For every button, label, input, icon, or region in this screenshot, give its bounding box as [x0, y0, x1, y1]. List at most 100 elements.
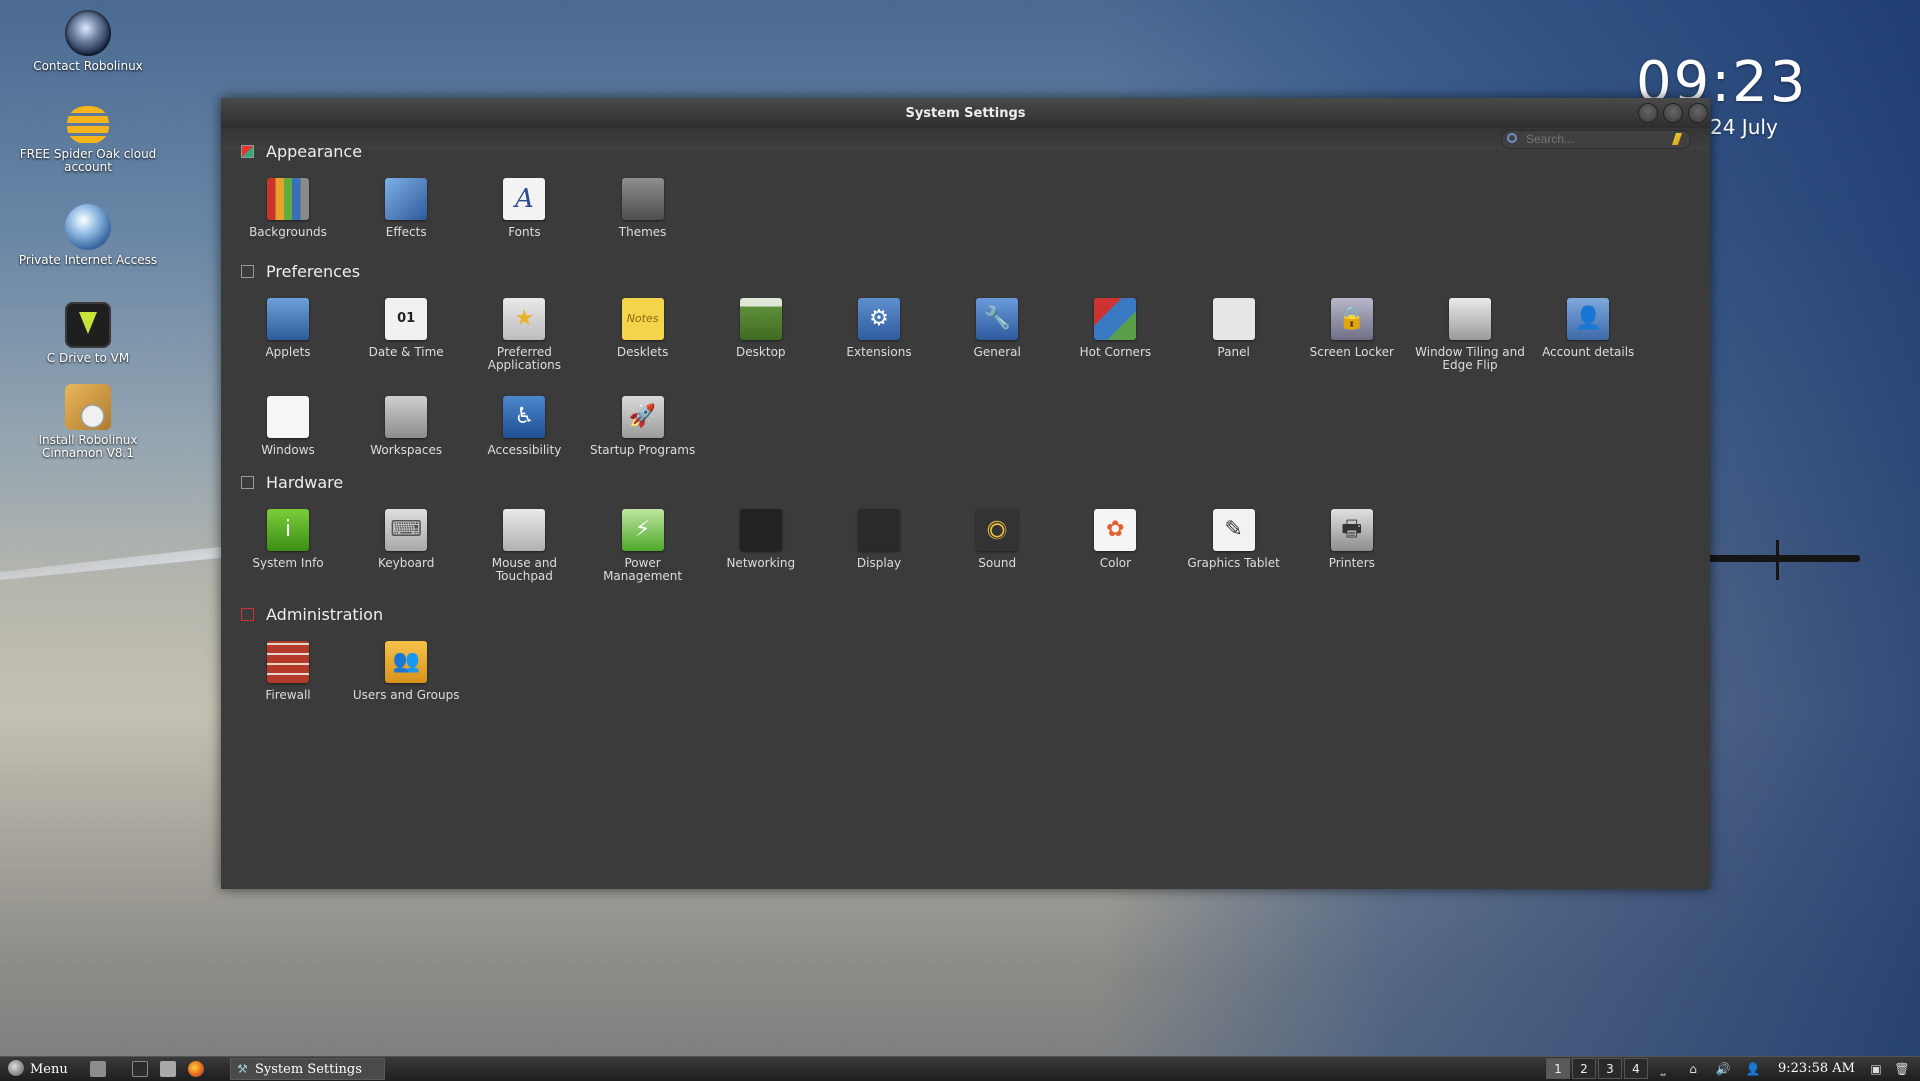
icon-glyph: 🚀	[628, 404, 657, 429]
settings-item-display[interactable]: Display	[820, 509, 938, 570]
volume-icon[interactable]: 🔊	[1715, 1061, 1731, 1077]
section-title: Hardware	[266, 473, 344, 492]
desktop-icon-contact-robolinux[interactable]: Contact Robolinux	[18, 10, 158, 73]
graphics-tablet-icon: ✎	[1212, 509, 1255, 551]
settings-item-power-management[interactable]: ⚡ Power Management	[584, 509, 702, 583]
display-icon	[858, 509, 900, 551]
settings-item-label: Date & Time	[368, 345, 444, 359]
settings-item-accessibility[interactable]: ♿ Accessibility	[465, 396, 583, 457]
settings-item-applets[interactable]: Applets	[229, 298, 347, 359]
pia-icon	[65, 204, 111, 250]
settings-item-label: Firewall	[265, 688, 311, 702]
settings-item-label: General	[973, 345, 1021, 359]
settings-item-label: Account details	[1542, 345, 1635, 359]
startup-programs-icon: 🚀	[621, 396, 664, 438]
maximize-button[interactable]	[1663, 103, 1683, 123]
workspace-2[interactable]: 2	[1572, 1058, 1596, 1079]
taskbar-clock[interactable]: 9:23:58 AM	[1778, 1060, 1855, 1078]
desktop-icon-spideroak[interactable]: FREE Spider Oak cloud account	[18, 106, 158, 174]
settings-item-account-details[interactable]: 👤 Account details	[1529, 298, 1647, 359]
settings-item-themes[interactable]: Themes	[584, 178, 702, 239]
settings-item-screen-locker[interactable]: 🔒 Screen Locker	[1293, 298, 1411, 359]
settings-item-hot-corners[interactable]: Hot Corners	[1056, 298, 1174, 359]
firewall-icon	[267, 641, 309, 683]
settings-item-extensions[interactable]: ⚙ Extensions	[820, 298, 938, 359]
toolbar	[221, 128, 1710, 150]
window-list-icon[interactable]: ⎵	[1655, 1061, 1671, 1077]
settings-item-label: Themes	[618, 225, 667, 239]
close-button[interactable]	[1688, 103, 1708, 123]
minimize-button[interactable]	[1638, 103, 1658, 123]
account-details-icon: 👤	[1567, 298, 1610, 340]
settings-item-label: Workspaces	[370, 443, 443, 457]
icon-glyph: ★	[514, 306, 535, 331]
settings-item-keyboard[interactable]: ⌨ Keyboard	[347, 509, 465, 570]
settings-item-preferred-applications[interactable]: ★ Preferred Applications	[465, 298, 583, 372]
workspace-1[interactable]: 1	[1546, 1058, 1570, 1079]
users-groups-icon: 👥	[385, 641, 428, 683]
icon-glyph: 🔒	[1338, 306, 1366, 331]
settings-item-desklets[interactable]: Notes Desklets	[584, 298, 702, 359]
settings-item-fonts[interactable]: A Fonts	[465, 178, 583, 239]
settings-item-mouse[interactable]: Mouse and Touchpad	[465, 509, 583, 583]
settings-item-firewall[interactable]: Firewall	[229, 641, 347, 702]
desktop-icon-label: C Drive to VM	[46, 351, 130, 365]
section-heading-administration: Administration	[241, 605, 383, 625]
preferred-applications-icon: ★	[503, 298, 546, 340]
settings-item-effects[interactable]: Effects	[347, 178, 465, 239]
icon-glyph: A	[515, 184, 534, 214]
settings-item-label: Startup Programs	[589, 443, 696, 457]
settings-item-system-info[interactable]: i System Info	[229, 509, 347, 570]
settings-item-label: Graphics Tablet	[1187, 556, 1280, 570]
firefox-icon[interactable]	[188, 1061, 204, 1077]
settings-item-label: Sound	[978, 556, 1017, 570]
download-arrow-icon	[65, 302, 111, 348]
files-icon[interactable]	[160, 1061, 176, 1077]
desktop-icon-label: Contact Robolinux	[33, 59, 143, 73]
tools-icon: ⚒	[237, 1062, 248, 1076]
settings-item-printers[interactable]: 🖶 Printers	[1293, 509, 1411, 570]
section-title: Appearance	[266, 142, 363, 161]
settings-item-networking[interactable]: Networking	[702, 509, 820, 570]
settings-item-color[interactable]: ✿ Color	[1056, 509, 1174, 570]
settings-item-window-tiling[interactable]: Window Tiling and Edge Flip	[1411, 298, 1529, 372]
desktop-icon-c-drive[interactable]: C Drive to VM	[18, 302, 158, 365]
workspace-switcher-icon[interactable]: ▣	[1868, 1061, 1884, 1077]
settings-item-backgrounds[interactable]: Backgrounds	[229, 178, 347, 239]
panel-icon	[1212, 298, 1255, 340]
settings-item-users-groups[interactable]: 👥 Users and Groups	[347, 641, 465, 702]
workspace-4[interactable]: 4	[1624, 1058, 1648, 1079]
settings-item-label: Mouse and Touchpad	[491, 556, 558, 583]
icon-glyph: 👤	[1574, 306, 1602, 331]
settings-item-label: Hot Corners	[1079, 345, 1152, 359]
settings-item-label: Accessibility	[487, 443, 562, 457]
settings-item-label: Fonts	[508, 225, 541, 239]
settings-item-graphics-tablet[interactable]: ✎ Graphics Tablet	[1175, 509, 1293, 570]
workspace-3[interactable]: 3	[1598, 1058, 1622, 1079]
settings-item-startup-programs[interactable]: 🚀 Startup Programs	[584, 396, 702, 457]
network-icon[interactable]: ⌂	[1685, 1061, 1701, 1077]
fonts-icon: A	[503, 178, 546, 220]
general-icon: 🔧	[976, 298, 1019, 340]
settings-item-sound[interactable]: ◉ Sound	[938, 509, 1056, 570]
taskbar-item-system-settings[interactable]: ⚒ System Settings	[230, 1058, 385, 1080]
date-time-icon: 01	[385, 298, 428, 340]
user-icon[interactable]: 👤	[1745, 1061, 1761, 1077]
settings-item-desktop[interactable]: Desktop	[702, 298, 820, 359]
settings-item-windows[interactable]: Windows	[229, 396, 347, 457]
show-desktop-icon[interactable]	[90, 1061, 106, 1077]
settings-item-general[interactable]: 🔧 General	[938, 298, 1056, 359]
trash-icon[interactable]: 🗑	[1894, 1061, 1910, 1077]
titlebar[interactable]: System Settings	[221, 98, 1710, 128]
settings-item-date-time[interactable]: 01 Date & Time	[347, 298, 465, 359]
settings-item-workspaces[interactable]: Workspaces	[347, 396, 465, 457]
themes-icon	[621, 178, 664, 220]
search-input[interactable]	[1501, 130, 1691, 149]
section-administration-icon	[241, 608, 254, 621]
terminal-icon[interactable]	[132, 1061, 148, 1077]
settings-item-panel[interactable]: Panel	[1175, 298, 1293, 359]
menu-button[interactable]: Menu	[8, 1060, 68, 1078]
desktop-icon-pia[interactable]: Private Internet Access	[18, 204, 158, 267]
desktop-icon-install[interactable]: Install Robolinux Cinnamon V8.1	[18, 384, 158, 460]
installer-icon	[65, 384, 111, 430]
